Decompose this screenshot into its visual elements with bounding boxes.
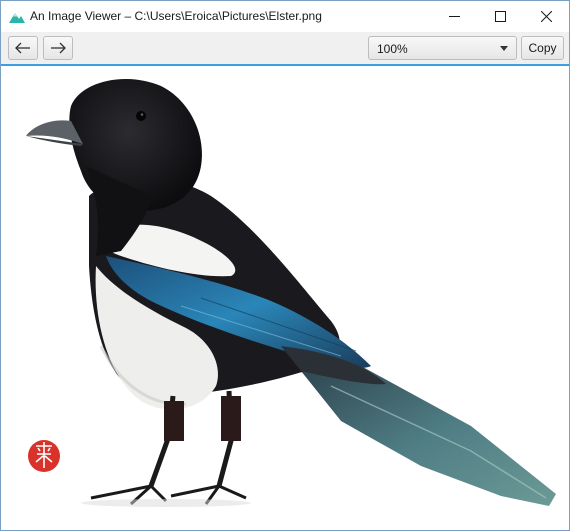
window-title: An Image Viewer – C:\Users\Eroica\Pictur… [30,9,322,23]
chevron-down-icon [500,46,508,51]
arrow-right-icon [51,42,66,54]
app-window: An Image Viewer – C:\Users\Eroica\Pictur… [0,0,570,531]
title-bar[interactable]: An Image Viewer – C:\Users\Eroica\Pictur… [1,1,569,32]
minimize-icon [448,16,460,17]
back-button[interactable] [8,36,38,60]
minimize-button[interactable] [431,1,477,32]
maximize-icon [494,11,506,22]
red-seal-stamp [28,440,60,472]
toolbar: 100% Copy [1,32,569,66]
zoom-select[interactable]: 100% [368,36,517,60]
image-viewport[interactable] [1,66,569,530]
maximize-button[interactable] [477,1,523,32]
zoom-value: 100% [377,42,408,56]
mountain-image-icon [9,13,25,23]
close-button[interactable] [523,1,569,32]
forward-button[interactable] [43,36,73,60]
magpie-image [26,78,556,507]
arrow-left-icon [15,42,30,54]
copy-button[interactable]: Copy [521,36,564,60]
close-icon [540,11,552,22]
